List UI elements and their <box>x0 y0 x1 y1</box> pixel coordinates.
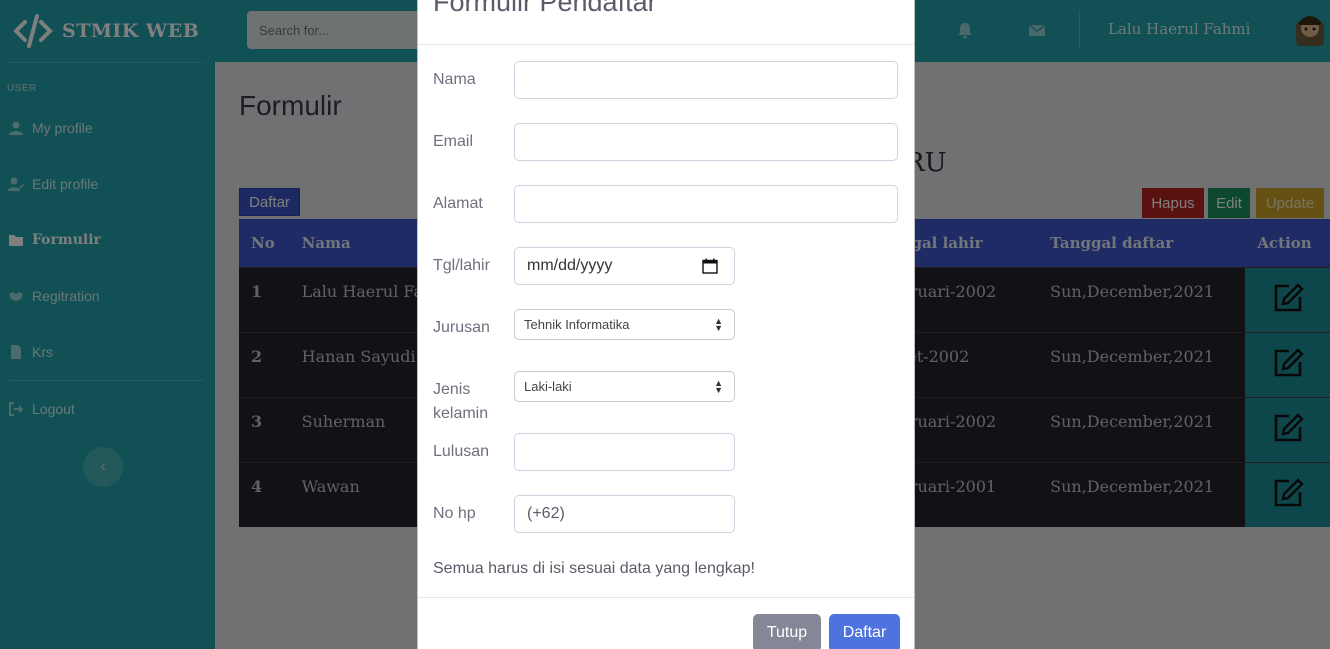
submit-button[interactable]: Daftar <box>829 614 900 649</box>
alamat-input[interactable] <box>514 185 898 223</box>
jenis-kelamin-select[interactable]: Laki-laki ▲ ▼ <box>514 371 735 402</box>
jurusan-label: Jurusan <box>433 319 490 336</box>
jenis-kelamin-label: Jenis kelamin <box>433 381 489 422</box>
alamat-label: Alamat <box>433 195 483 212</box>
modal-title: Formulir Pendaftar <box>433 0 657 17</box>
no-hp-label: No hp <box>433 505 476 522</box>
select-arrows-icon: ▲ ▼ <box>714 378 723 395</box>
modal-header: Formulir Pendaftar × <box>418 0 914 45</box>
jurusan-select-value: Tehnik Informatika <box>524 317 630 332</box>
date-input-value: mm/dd/yyyy <box>527 257 613 274</box>
jurusan-select[interactable]: Tehnik Informatika ▲ ▼ <box>514 309 735 340</box>
form-note: Semua harus di isi sesuai data yang leng… <box>433 560 755 577</box>
date-input[interactable]: mm/dd/yyyy <box>514 247 735 285</box>
email-input[interactable] <box>514 123 898 161</box>
close-button[interactable]: Tutup <box>753 614 821 649</box>
modal-footer: Tutup Daftar <box>418 597 914 649</box>
select-arrows-icon: ▲ ▼ <box>714 316 723 333</box>
lulusan-input[interactable] <box>514 433 735 471</box>
tgl-lahir-label: Tgl/lahir <box>433 257 490 274</box>
no-hp-input[interactable]: (+62) <box>514 495 735 533</box>
jenis-kelamin-select-value: Laki-laki <box>524 379 572 394</box>
close-icon[interactable]: × <box>887 0 900 5</box>
calendar-icon[interactable] <box>702 258 718 274</box>
registration-modal: Formulir Pendaftar × Nama Email Alamat T… <box>417 0 915 649</box>
nama-input[interactable] <box>514 61 898 99</box>
lulusan-label: Lulusan <box>433 443 490 460</box>
nama-label: Nama <box>433 71 476 88</box>
email-label: Email <box>433 133 474 150</box>
